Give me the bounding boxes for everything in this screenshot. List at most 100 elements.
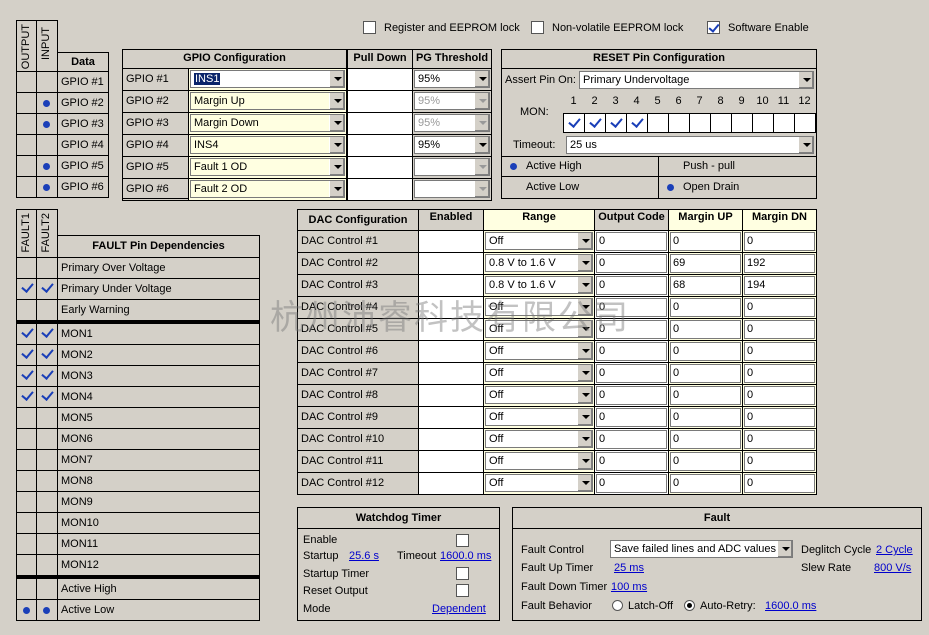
dac-enabled-cell[interactable] bbox=[418, 384, 484, 407]
mon-checkbox-cell[interactable] bbox=[647, 113, 669, 133]
dac-enabled-cell[interactable] bbox=[418, 230, 484, 253]
dac-up-input[interactable]: 69 bbox=[670, 254, 741, 273]
dac-code-input[interactable]: 0 bbox=[596, 254, 667, 273]
io-input-cell[interactable] bbox=[36, 134, 58, 156]
mon-checkbox-cell[interactable] bbox=[584, 113, 606, 133]
fault2-cell[interactable] bbox=[36, 299, 58, 321]
active-low-option[interactable]: Active Low bbox=[501, 176, 659, 199]
dac-dn-input[interactable]: 0 bbox=[744, 474, 815, 493]
fault2-cell[interactable] bbox=[36, 344, 58, 366]
fault2-cell[interactable] bbox=[36, 428, 58, 450]
dac-dn-input[interactable]: 192 bbox=[744, 254, 815, 273]
io-output-cell[interactable] bbox=[16, 113, 37, 135]
dac-code-input[interactable]: 0 bbox=[596, 430, 667, 449]
gpio-config-select[interactable]: Fault 1 OD bbox=[190, 158, 345, 176]
dac-code-input[interactable]: 0 bbox=[596, 320, 667, 339]
dac-dn-input[interactable]: 0 bbox=[744, 430, 815, 449]
dac-enabled-cell[interactable] bbox=[418, 296, 484, 319]
fault2-cell[interactable] bbox=[36, 449, 58, 471]
dac-enabled-cell[interactable] bbox=[418, 340, 484, 363]
auto-retry-radio[interactable] bbox=[684, 600, 695, 611]
dac-code-input[interactable]: 0 bbox=[596, 386, 667, 405]
mon-checkbox-cell[interactable] bbox=[605, 113, 627, 133]
fault1-cell[interactable] bbox=[16, 512, 37, 534]
mon-checkbox-cell[interactable] bbox=[626, 113, 648, 133]
fault1-cell[interactable] bbox=[16, 491, 37, 513]
gpio-pg-threshold-select[interactable] bbox=[414, 180, 490, 198]
mon-checkbox-cell[interactable] bbox=[731, 113, 753, 133]
dac-code-input[interactable]: 0 bbox=[596, 342, 667, 361]
dac-range-select[interactable]: Off bbox=[485, 320, 593, 338]
dac-up-input[interactable]: 0 bbox=[670, 320, 741, 339]
mon-checkbox-cell[interactable] bbox=[563, 113, 585, 133]
io-input-cell[interactable] bbox=[36, 113, 58, 135]
fault1-cell[interactable] bbox=[16, 533, 37, 555]
dac-up-input[interactable]: 0 bbox=[670, 364, 741, 383]
gpio-pulldown-cell[interactable] bbox=[347, 112, 413, 135]
mon-checkbox-cell[interactable] bbox=[668, 113, 690, 133]
gpio-pulldown-cell[interactable] bbox=[347, 68, 413, 91]
fault1-cell[interactable] bbox=[16, 299, 37, 321]
io-input-cell[interactable] bbox=[36, 155, 58, 177]
dac-range-select[interactable]: Off bbox=[485, 430, 593, 448]
watchdog-mode-value[interactable]: Dependent bbox=[432, 603, 486, 615]
fault2-cell[interactable] bbox=[36, 407, 58, 429]
deglitch-value[interactable]: 2 Cycle bbox=[876, 544, 913, 556]
dac-enabled-cell[interactable] bbox=[418, 406, 484, 429]
gpio-pg-threshold-select[interactable]: 95% bbox=[414, 92, 490, 110]
dac-code-input[interactable]: 0 bbox=[596, 232, 667, 251]
fault1-active-high-cell[interactable] bbox=[16, 578, 37, 600]
dac-up-input[interactable]: 0 bbox=[670, 452, 741, 471]
dac-enabled-cell[interactable] bbox=[418, 362, 484, 385]
dac-up-input[interactable]: 0 bbox=[670, 408, 741, 427]
fault1-cell[interactable] bbox=[16, 449, 37, 471]
fault1-cell[interactable] bbox=[16, 257, 37, 279]
fault1-cell[interactable] bbox=[16, 386, 37, 408]
dac-code-input[interactable]: 0 bbox=[596, 408, 667, 427]
fault1-cell[interactable] bbox=[16, 554, 37, 576]
gpio-config-select[interactable]: INS4 bbox=[190, 136, 345, 154]
reset-output-checkbox[interactable] bbox=[456, 584, 469, 597]
dac-enabled-cell[interactable] bbox=[418, 450, 484, 473]
dac-dn-input[interactable]: 0 bbox=[744, 386, 815, 405]
dac-dn-input[interactable]: 0 bbox=[744, 408, 815, 427]
dac-dn-input[interactable]: 0 bbox=[744, 342, 815, 361]
dac-range-select[interactable]: Off bbox=[485, 298, 593, 316]
io-output-cell[interactable] bbox=[16, 155, 37, 177]
dac-range-select[interactable]: Off bbox=[485, 386, 593, 404]
fault1-cell[interactable] bbox=[16, 428, 37, 450]
dac-up-input[interactable]: 0 bbox=[670, 298, 741, 317]
mon-checkbox-cell[interactable] bbox=[689, 113, 711, 133]
io-output-cell[interactable] bbox=[16, 71, 37, 93]
fault1-cell[interactable] bbox=[16, 344, 37, 366]
dac-enabled-cell[interactable] bbox=[418, 472, 484, 495]
fault2-cell[interactable] bbox=[36, 323, 58, 345]
fault-control-select[interactable]: Save failed lines and ADC values bbox=[610, 540, 793, 558]
push-pull-option[interactable]: Push - pull bbox=[658, 156, 817, 177]
fault2-cell[interactable] bbox=[36, 533, 58, 555]
active-high-option[interactable]: Active High bbox=[501, 156, 659, 177]
dac-up-input[interactable]: 0 bbox=[670, 474, 741, 493]
gpio-pulldown-cell[interactable] bbox=[347, 178, 413, 201]
dac-code-input[interactable]: 0 bbox=[596, 474, 667, 493]
dac-up-input[interactable]: 0 bbox=[670, 386, 741, 405]
fault1-cell[interactable] bbox=[16, 470, 37, 492]
gpio-config-select[interactable]: Fault 2 OD bbox=[190, 180, 345, 198]
watchdog-startup-value[interactable]: 25.6 s bbox=[349, 550, 379, 562]
fault2-cell[interactable] bbox=[36, 278, 58, 300]
dac-dn-input[interactable]: 194 bbox=[744, 276, 815, 295]
fault2-cell[interactable] bbox=[36, 257, 58, 279]
gpio-pg-threshold-select[interactable]: 95% bbox=[414, 114, 490, 132]
dac-code-input[interactable]: 0 bbox=[596, 298, 667, 317]
fault-down-timer-value[interactable]: 100 ms bbox=[611, 581, 647, 593]
dac-dn-input[interactable]: 0 bbox=[744, 298, 815, 317]
io-output-cell[interactable] bbox=[16, 134, 37, 156]
dac-up-input[interactable]: 0 bbox=[670, 430, 741, 449]
gpio-pulldown-cell[interactable] bbox=[347, 134, 413, 157]
dac-range-select[interactable]: Off bbox=[485, 474, 593, 492]
dac-dn-input[interactable]: 0 bbox=[744, 232, 815, 251]
dac-enabled-cell[interactable] bbox=[418, 428, 484, 451]
dac-range-select[interactable]: Off bbox=[485, 408, 593, 426]
watchdog-enable-checkbox[interactable] bbox=[456, 534, 469, 547]
fault2-cell[interactable] bbox=[36, 554, 58, 576]
